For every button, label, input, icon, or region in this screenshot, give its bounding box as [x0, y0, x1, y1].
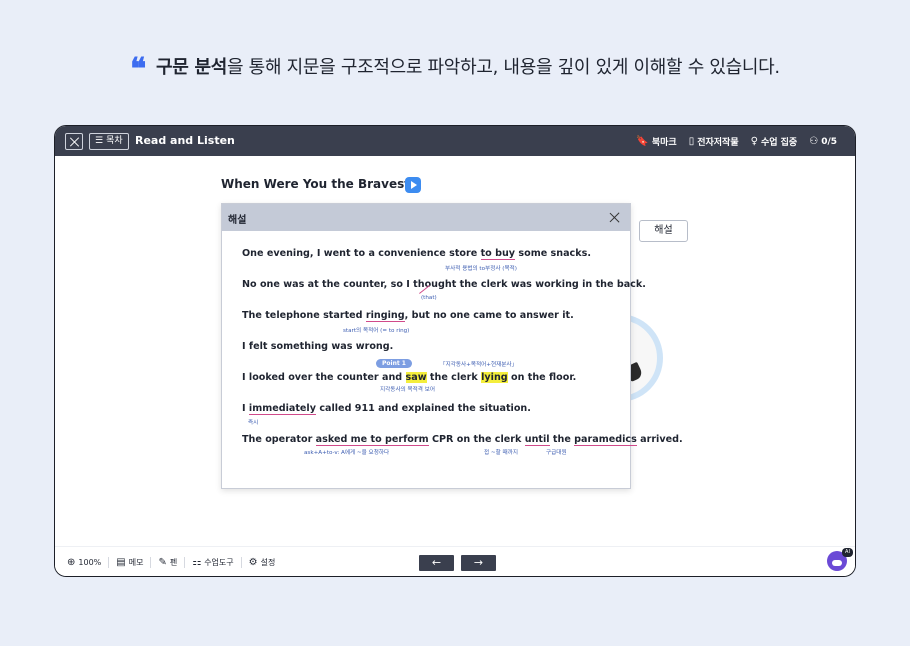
zoom-button[interactable]: ⊕ 100%: [67, 557, 110, 568]
page-title: When Were You the Bravest?: [221, 177, 417, 191]
memo-icon: ▤: [116, 557, 126, 568]
underlined-phrase: asked me to perform: [315, 434, 429, 446]
underlined-phrase: to buy: [480, 248, 516, 260]
highlighted-word: saw: [405, 372, 427, 383]
explanation-modal: 해설 One evening, I went to a convenience …: [221, 203, 683, 489]
play-icon[interactable]: [405, 177, 421, 193]
explain-button[interactable]: 해설: [639, 220, 688, 242]
ebook-icon: ▯: [688, 136, 695, 147]
bulb-icon: ♀: [750, 136, 758, 147]
headline: ❝ 구문 분석을 통해 지문을 구조적으로 파악하고, 내용을 깊이 있게 이해할…: [0, 52, 910, 87]
participants-count: 0/5: [821, 136, 837, 147]
text: the clerk: [426, 372, 482, 383]
text: I looked over the counter and: [242, 372, 406, 383]
annotation: start의 목적어 (= to ring): [343, 328, 410, 334]
settings-button[interactable]: ⚙ 설정: [242, 557, 283, 568]
text: called 911 and explained the situation.: [315, 403, 531, 414]
underlined-phrase: until: [524, 434, 550, 446]
ebook-button[interactable]: ▯ 전자저작물: [689, 135, 739, 148]
text: , but no one came to answer it.: [404, 310, 574, 321]
text: One evening, I went to a convenience sto…: [242, 248, 481, 259]
ai-badge: AI: [842, 548, 853, 557]
users-icon: ⚇: [809, 136, 819, 147]
annotation: 접 ~할 때까지: [484, 450, 518, 456]
close-icon[interactable]: [609, 212, 620, 223]
text: the: [549, 434, 575, 445]
text: CPR on the clerk: [428, 434, 525, 445]
sentence-3: The telephone started ringing, but no on…: [242, 310, 574, 322]
sentence-7: The operator asked me to perform CPR on …: [242, 434, 683, 446]
close-icon[interactable]: [65, 133, 83, 150]
pen-label: 펜: [169, 558, 178, 567]
toc-button[interactable]: ☰ 목차: [89, 133, 129, 150]
sentence-5: I looked over the counter and saw the cl…: [242, 372, 576, 383]
sentence-2: No one was at the counter, so I thought …: [242, 279, 646, 290]
top-bar: ☰ 목차 Read and Listen 🔖 북마크 ▯ 전자저작물 ♀ 수업 집중 ⚇…: [55, 126, 855, 156]
pen-icon: ✎: [158, 557, 167, 568]
toc-label: 목차: [106, 136, 123, 146]
annotation: 「지각동사+목적어+현재분사」: [440, 362, 518, 368]
settings-label: 설정: [260, 558, 276, 567]
text: arrived.: [636, 434, 683, 445]
annotation: 지각동사의 목적격 보어: [380, 387, 436, 393]
bookmark-label: 북마크: [651, 138, 677, 148]
app-title: Read and Listen: [135, 134, 235, 147]
settings-icon: ⚙: [248, 557, 258, 568]
top-tools: 🔖 북마크 ▯ 전자저작물 ♀ 수업 집중 ⚇ 0/5: [636, 135, 837, 148]
zoom-icon: ⊕: [67, 557, 76, 568]
headline-bold: 구문 분석: [155, 57, 227, 78]
text: The telephone started: [242, 310, 366, 321]
modal-header: 해설: [222, 204, 630, 231]
focus-label: 수업 집중: [760, 138, 798, 148]
text: the clerk was working in the back.: [456, 279, 646, 290]
zoom-level: 100%: [78, 558, 102, 567]
bottom-bar: ⊕ 100% ▤ 메모 ✎ 펜 ⚏ 수업도구 ⚙ 설정 ← → AI: [55, 546, 855, 576]
sentence-4: I felt something was wrong.: [242, 341, 394, 352]
memo-button[interactable]: ▤ 메모: [109, 557, 152, 568]
point-badge: Point 1: [376, 359, 412, 368]
annotation: ask+A+to-v: A에게 ~을 요청하다: [304, 450, 390, 456]
quote-icon: ❝: [130, 52, 146, 87]
modal-title: 해설: [228, 215, 247, 226]
class-tools-icon: ⚏: [192, 557, 202, 568]
sentence-6: I immediately called 911 and explained t…: [242, 403, 531, 415]
prev-button[interactable]: ←: [419, 555, 454, 571]
class-tools-button[interactable]: ⚏ 수업도구: [185, 557, 242, 568]
annotation: 구급대원: [546, 450, 567, 456]
highlighted-word: lying: [481, 372, 508, 383]
underlined-phrase: paramedics: [574, 434, 637, 446]
sentence-1: One evening, I went to a convenience sto…: [242, 248, 591, 260]
memo-label: 메모: [128, 558, 144, 567]
bookmark-icon: 🔖: [636, 136, 649, 147]
underlined-phrase: immediately: [248, 403, 316, 415]
annotation: (that): [421, 295, 437, 301]
bottom-tools: ⊕ 100% ▤ 메모 ✎ 펜 ⚏ 수업도구 ⚙ 설정: [67, 557, 282, 568]
headline-rest: 을 통해 지문을 구조적으로 파악하고, 내용을 깊이 있게 이해할 수 있습니…: [227, 57, 780, 78]
text: some snacks.: [515, 248, 591, 259]
class-tools-label: 수업도구: [204, 558, 234, 567]
text: on the floor.: [507, 372, 577, 383]
next-button[interactable]: →: [461, 555, 496, 571]
text: The operator: [242, 434, 316, 445]
underlined-phrase: ringing: [365, 310, 405, 322]
focus-button[interactable]: ♀ 수업 집중: [751, 135, 798, 148]
pen-button[interactable]: ✎ 펜: [151, 557, 186, 568]
list-icon: ☰: [95, 136, 104, 146]
bookmark-button[interactable]: 🔖 북마크: [636, 135, 676, 148]
annotation: 부사적 용법의 to부정사 (목적): [445, 266, 517, 272]
app-frame: ☰ 목차 Read and Listen 🔖 북마크 ▯ 전자저작물 ♀ 수업 집중 ⚇…: [54, 125, 856, 577]
text: I: [242, 403, 249, 414]
annotation: 즉시: [248, 420, 259, 426]
ebook-label: 전자저작물: [697, 138, 739, 148]
participants-button[interactable]: ⚇ 0/5: [809, 135, 837, 148]
